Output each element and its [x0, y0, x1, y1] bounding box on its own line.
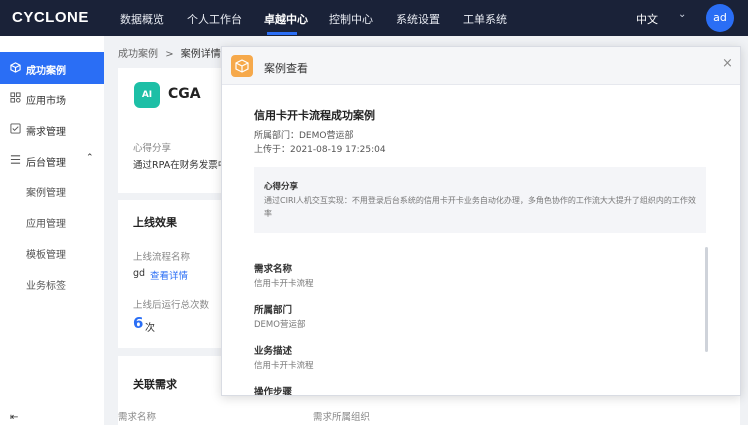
case-upload-time: 上传于：2021-08-19 17:25:04: [254, 145, 386, 155]
sidebar-item-demand-management[interactable]: 需求管理: [0, 113, 104, 145]
view-details-link[interactable]: 查看详情: [150, 268, 188, 282]
sidebar-item-label: 需求管理: [26, 127, 66, 138]
insight-title: 心得分享: [264, 182, 299, 192]
cube-icon: [10, 62, 21, 73]
cyclone-logo[interactable]: CYCLONE: [12, 9, 89, 26]
sidebar-item-label: 应用市场: [26, 96, 66, 107]
runs-total-label: 上线后运行总次数: [133, 300, 210, 311]
nav-system-settings[interactable]: 系统设置: [396, 11, 440, 27]
field-label-department: 所属部门: [254, 305, 293, 316]
field-value-demand-name: 信用卡开卡流程: [254, 279, 314, 289]
runs-total-unit: 次: [145, 323, 155, 334]
sidebar-item-app-market[interactable]: 应用市场: [0, 82, 104, 114]
experience-text: 通过RPA在财务发票中: [133, 160, 228, 171]
top-nav-bar: CYCLONE 数据概览 个人工作台 卓越中心 控制中心 系统设置 工单系统 中…: [0, 0, 748, 36]
sidebar-item-success-cases[interactable]: 成功案例: [0, 52, 104, 84]
grid-icon: [10, 92, 21, 103]
checklist-icon: [10, 123, 21, 134]
breadcrumb-parent[interactable]: 成功案例: [118, 49, 158, 60]
chevron-down-icon[interactable]: ⌄: [678, 9, 686, 20]
nav-ticket-system[interactable]: 工单系统: [463, 11, 507, 27]
list-icon: [10, 155, 21, 164]
package-icon: [231, 55, 253, 77]
flow-name-value: gd: [133, 268, 146, 279]
field-value-department: DEMO营运部: [254, 320, 306, 330]
modal-title: 案例查看: [264, 62, 308, 75]
insight-box: 心得分享 通过CIRI人机交互实现：不用登录后台系统的信用卡开卡业务自动化办理，…: [254, 167, 706, 233]
field-label-operation-steps: 操作步骤: [254, 387, 293, 396]
breadcrumb-separator: >: [165, 49, 174, 60]
sidebar-item-backend-management[interactable]: 后台管理 ⌃: [0, 144, 104, 176]
nav-excellence-center[interactable]: 卓越中心: [264, 11, 308, 27]
experience-label: 心得分享: [133, 143, 172, 154]
field-label-demand-name: 需求名称: [254, 264, 293, 275]
sidebar-subitem-app-management[interactable]: 应用管理: [26, 215, 66, 230]
modal-scrollbar[interactable]: [705, 247, 708, 352]
field-value-business-desc: 信用卡开卡流程: [254, 361, 314, 371]
close-icon[interactable]: ×: [722, 56, 733, 71]
related-demand-title: 关联需求: [133, 378, 177, 391]
nav-data-overview[interactable]: 数据概览: [120, 11, 164, 27]
sidebar-subitem-business-tags[interactable]: 业务标签: [26, 277, 66, 292]
insight-text: 通过CIRI人机交互实现：不用登录后台系统的信用卡开卡业务自动化办理，多角色协作…: [264, 196, 696, 218]
breadcrumb: 成功案例 > 案例详情: [118, 45, 221, 60]
language-selector[interactable]: 中文: [636, 11, 658, 27]
breadcrumb-current: 案例详情: [180, 49, 221, 60]
sidebar-subitem-case-management[interactable]: 案例管理: [26, 184, 66, 199]
ai-app-icon: AI: [134, 82, 160, 108]
flow-name-label: 上线流程名称: [133, 252, 191, 263]
case-view-modal: 案例查看 × 信用卡开卡流程成功案例 所属部门：DEMO营运部 上传于：2021…: [221, 46, 741, 396]
online-effect-title: 上线效果: [133, 216, 177, 229]
app-name: CGA: [168, 86, 201, 102]
nav-control-center[interactable]: 控制中心: [329, 11, 373, 27]
column-demand-org: 需求所属组织: [313, 412, 371, 423]
sidebar-item-label: 后台管理: [26, 158, 66, 169]
collapse-sidebar-icon[interactable]: ⇤: [10, 412, 18, 423]
field-label-business-desc: 业务描述: [254, 346, 293, 357]
case-title: 信用卡开卡流程成功案例: [254, 109, 375, 122]
case-department: 所属部门：DEMO营运部: [254, 131, 354, 141]
sidebar: 成功案例 应用市场 需求管理 后台管理 ⌃ 案例管理 应用管理 模板管理 业务标…: [0, 36, 104, 425]
runs-total-value: 6: [133, 314, 144, 332]
sidebar-subitem-template-management[interactable]: 模板管理: [26, 246, 66, 261]
sidebar-item-label: 成功案例: [26, 66, 66, 77]
nav-personal-workbench[interactable]: 个人工作台: [187, 11, 242, 27]
column-demand-name: 需求名称: [118, 412, 157, 423]
user-avatar[interactable]: ad: [706, 4, 734, 32]
modal-header: 案例查看 ×: [222, 47, 740, 85]
active-nav-indicator: [267, 32, 297, 35]
chevron-up-icon[interactable]: ⌃: [86, 153, 94, 163]
